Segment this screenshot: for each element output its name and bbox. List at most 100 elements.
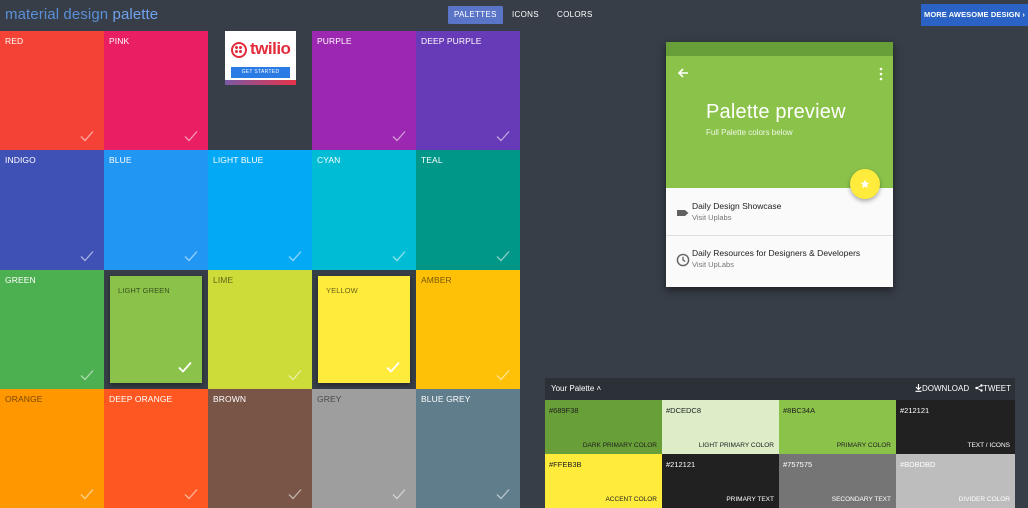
swatch-role: TEXT / ICONS: [967, 442, 1011, 449]
palette-label: INDIGO: [5, 155, 36, 165]
swatch-role: LIGHT PRIMARY COLOR: [698, 442, 774, 449]
ad-stripe: [225, 80, 296, 85]
palette-swatch[interactable]: #FFEB3B ACCENT COLOR: [545, 454, 662, 508]
palette-label: LIGHT GREEN: [118, 286, 170, 295]
palette-indigo[interactable]: INDIGO: [0, 150, 104, 270]
download-button[interactable]: DOWNLOAD: [915, 384, 969, 393]
palette-label: ORANGE: [5, 394, 43, 404]
swatch-role: SECONDARY TEXT: [831, 496, 891, 503]
palette-deep-purple[interactable]: DEEP PURPLE: [416, 31, 520, 150]
palette-grey[interactable]: GREY: [312, 389, 416, 508]
swatch-hex: #DCEDC8: [666, 406, 702, 415]
your-palette-header: Your Palette ˄ DOWNLOAD TWEET: [545, 378, 1015, 400]
palette-blue[interactable]: BLUE: [104, 150, 208, 270]
palette-label: TEAL: [421, 155, 443, 165]
palette-swatch[interactable]: #757575 SECONDARY TEXT: [779, 454, 896, 508]
palette-swatch[interactable]: #8BC34A PRIMARY COLOR: [779, 400, 896, 454]
palette-swatch[interactable]: #212121 TEXT / ICONS: [896, 400, 1015, 454]
share-icon: [975, 384, 983, 392]
palette-deep-orange[interactable]: DEEP ORANGE: [104, 389, 208, 508]
arrow-back-icon[interactable]: [676, 66, 690, 80]
your-palette-toggle[interactable]: Your Palette ˄: [551, 384, 601, 393]
preview-subtitle: Full Palette colors below: [706, 128, 793, 137]
palette-light-blue[interactable]: LIGHT BLUE: [208, 150, 312, 270]
swatch-role: ACCENT COLOR: [605, 496, 657, 503]
palette-purple[interactable]: PURPLE: [312, 31, 416, 150]
palette-swatch[interactable]: #DCEDC8 LIGHT PRIMARY COLOR: [662, 400, 779, 454]
palette-label: BROWN: [213, 394, 247, 404]
preview-list-item[interactable]: Daily Design Showcase Visit Uplabs: [666, 190, 893, 236]
palette-brown[interactable]: BROWN: [208, 389, 312, 508]
swatch-hex: #BDBDBD: [900, 460, 936, 469]
nav-icons[interactable]: ICONS: [512, 6, 539, 24]
palette-label: BLUE: [109, 155, 132, 165]
palette-label: DEEP PURPLE: [421, 36, 482, 46]
palette-teal[interactable]: TEAL: [416, 150, 520, 270]
more-awesome-design-button[interactable]: MORE AWESOME DESIGN ›: [921, 4, 1028, 26]
preview-list-item[interactable]: Daily Resources for Designers & Develope…: [666, 237, 893, 283]
list-item-subtitle: Visit UpLabs: [692, 260, 734, 269]
swatch-role: PRIMARY TEXT: [726, 496, 774, 503]
nav-colors[interactable]: COLORS: [557, 6, 593, 24]
list-item-title: Daily Design Showcase: [692, 201, 782, 211]
check-icon: [496, 131, 510, 142]
palette-label: CYAN: [317, 155, 341, 165]
palette-label: GREEN: [5, 275, 36, 285]
palette-swatch[interactable]: #BDBDBD DIVIDER COLOR: [896, 454, 1015, 508]
check-icon: [288, 370, 302, 381]
palette-pink[interactable]: PINK: [104, 31, 208, 150]
list-item-title: Daily Resources for Designers & Develope…: [692, 248, 861, 258]
check-icon: [184, 131, 198, 142]
top-bar: material design palette PALETTES ICONS C…: [0, 0, 1028, 30]
palette-green[interactable]: GREEN: [0, 270, 104, 389]
download-label: DOWNLOAD: [922, 384, 970, 393]
swatch-hex: #757575: [783, 460, 813, 469]
clock-icon: [676, 253, 690, 267]
check-icon: [80, 251, 94, 262]
palette-preview-card: Palette preview Full Palette colors belo…: [666, 42, 893, 287]
palette-yellow[interactable]: YELLOW: [312, 270, 416, 389]
check-icon: [496, 489, 510, 500]
check-icon: [80, 489, 94, 500]
palette-label: GREY: [317, 394, 342, 404]
brand-text-2: palette: [112, 6, 159, 23]
palette-lime[interactable]: LIME: [208, 270, 312, 389]
check-icon: [392, 251, 406, 262]
ad-get-started-button[interactable]: GET STARTED: [231, 67, 290, 78]
palette-label: AMBER: [421, 275, 452, 285]
check-icon: [386, 361, 400, 373]
download-icon: [915, 384, 922, 392]
swatch-hex: #689F38: [549, 406, 579, 415]
swatch-role: DIVIDER COLOR: [958, 496, 1010, 503]
brand-logo[interactable]: material design palette: [5, 6, 158, 23]
check-icon: [288, 251, 302, 262]
palette-label: DEEP ORANGE: [109, 394, 173, 404]
tweet-button[interactable]: TWEET: [975, 384, 1011, 393]
selected-swatch[interactable]: YELLOW: [318, 276, 410, 383]
swatch-hex: #8BC34A: [783, 406, 816, 415]
twilio-logo-text: twilio: [250, 39, 291, 58]
palette-amber[interactable]: AMBER: [416, 270, 520, 389]
palette-orange[interactable]: ORANGE: [0, 389, 104, 508]
palette-cyan[interactable]: CYAN: [312, 150, 416, 270]
palette-red[interactable]: RED: [0, 31, 104, 150]
list-divider: [666, 235, 893, 236]
brand-text-1: material design: [5, 6, 109, 23]
more-vert-icon[interactable]: [879, 67, 883, 81]
palette-light-green[interactable]: LIGHT GREEN: [104, 270, 208, 389]
chevron-up-icon: ˄: [596, 384, 602, 393]
preview-title: Palette preview: [706, 101, 846, 123]
palette-swatch[interactable]: #212121 PRIMARY TEXT: [662, 454, 779, 508]
palette-label: RED: [5, 36, 24, 46]
swatch-hex: #212121: [666, 460, 696, 469]
palette-label: PURPLE: [317, 36, 352, 46]
selected-swatch[interactable]: LIGHT GREEN: [110, 276, 202, 383]
chevron-right-icon: ›: [1022, 10, 1025, 19]
palette-blue-grey[interactable]: BLUE GREY: [416, 389, 520, 508]
status-bar: [666, 42, 893, 56]
nav-palettes[interactable]: PALETTES: [448, 6, 503, 24]
twilio-ad[interactable]: twilio GET STARTED: [225, 31, 296, 85]
more-button-label: MORE AWESOME DESIGN: [923, 10, 1021, 19]
check-icon: [496, 370, 510, 381]
palette-swatch[interactable]: #689F38 DARK PRIMARY COLOR: [545, 400, 662, 454]
